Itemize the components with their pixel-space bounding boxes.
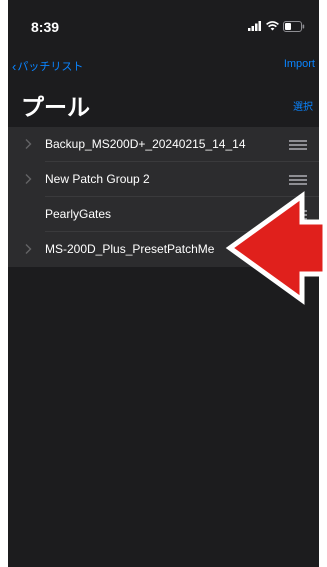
list-item[interactable]: New Patch Group 2 bbox=[8, 162, 319, 197]
phone-screen: 8:39 ‹ パッチリスト Import プール 選択 Backup_MS200… bbox=[8, 0, 319, 567]
list-item[interactable]: PearlyGates bbox=[8, 197, 319, 232]
import-button[interactable]: Import bbox=[284, 58, 315, 70]
list-item-label: Backup_MS200D+_20240215_14_14 bbox=[45, 137, 246, 151]
chevron-right-icon bbox=[25, 139, 32, 149]
list-item[interactable]: Backup_MS200D+_20240215_14_14 bbox=[8, 127, 319, 162]
select-button[interactable]: 選択 bbox=[293, 98, 313, 113]
page-title: プール bbox=[21, 94, 90, 120]
back-button-label: パッチリスト bbox=[17, 61, 84, 73]
status-icons bbox=[248, 20, 305, 32]
navigation-bar: ‹ パッチリスト Import bbox=[8, 50, 319, 80]
reorder-handle-icon[interactable] bbox=[289, 175, 307, 185]
battery-icon bbox=[283, 20, 305, 32]
chevron-right-icon bbox=[25, 174, 32, 184]
reorder-handle-icon[interactable] bbox=[289, 140, 307, 150]
status-time: 8:39 bbox=[31, 19, 60, 35]
list-item-label: PearlyGates bbox=[45, 207, 112, 221]
title-row: プール 選択 bbox=[8, 84, 319, 124]
back-button[interactable]: ‹ パッチリスト bbox=[12, 58, 83, 74]
list-item[interactable]: MS-200D_Plus_PresetPatchMe bbox=[8, 232, 319, 267]
list-item-label: New Patch Group 2 bbox=[45, 172, 150, 186]
status-bar: 8:39 bbox=[8, 0, 319, 50]
wifi-icon bbox=[266, 21, 279, 31]
pool-list: Backup_MS200D+_20240215_14_14 New Patch … bbox=[8, 127, 319, 267]
chevron-left-icon: ‹ bbox=[12, 58, 17, 74]
list-item-label: MS-200D_Plus_PresetPatchMe bbox=[45, 242, 215, 256]
chevron-right-icon bbox=[25, 244, 32, 254]
reorder-handle-icon[interactable] bbox=[289, 210, 307, 220]
signal-icon bbox=[248, 21, 261, 31]
